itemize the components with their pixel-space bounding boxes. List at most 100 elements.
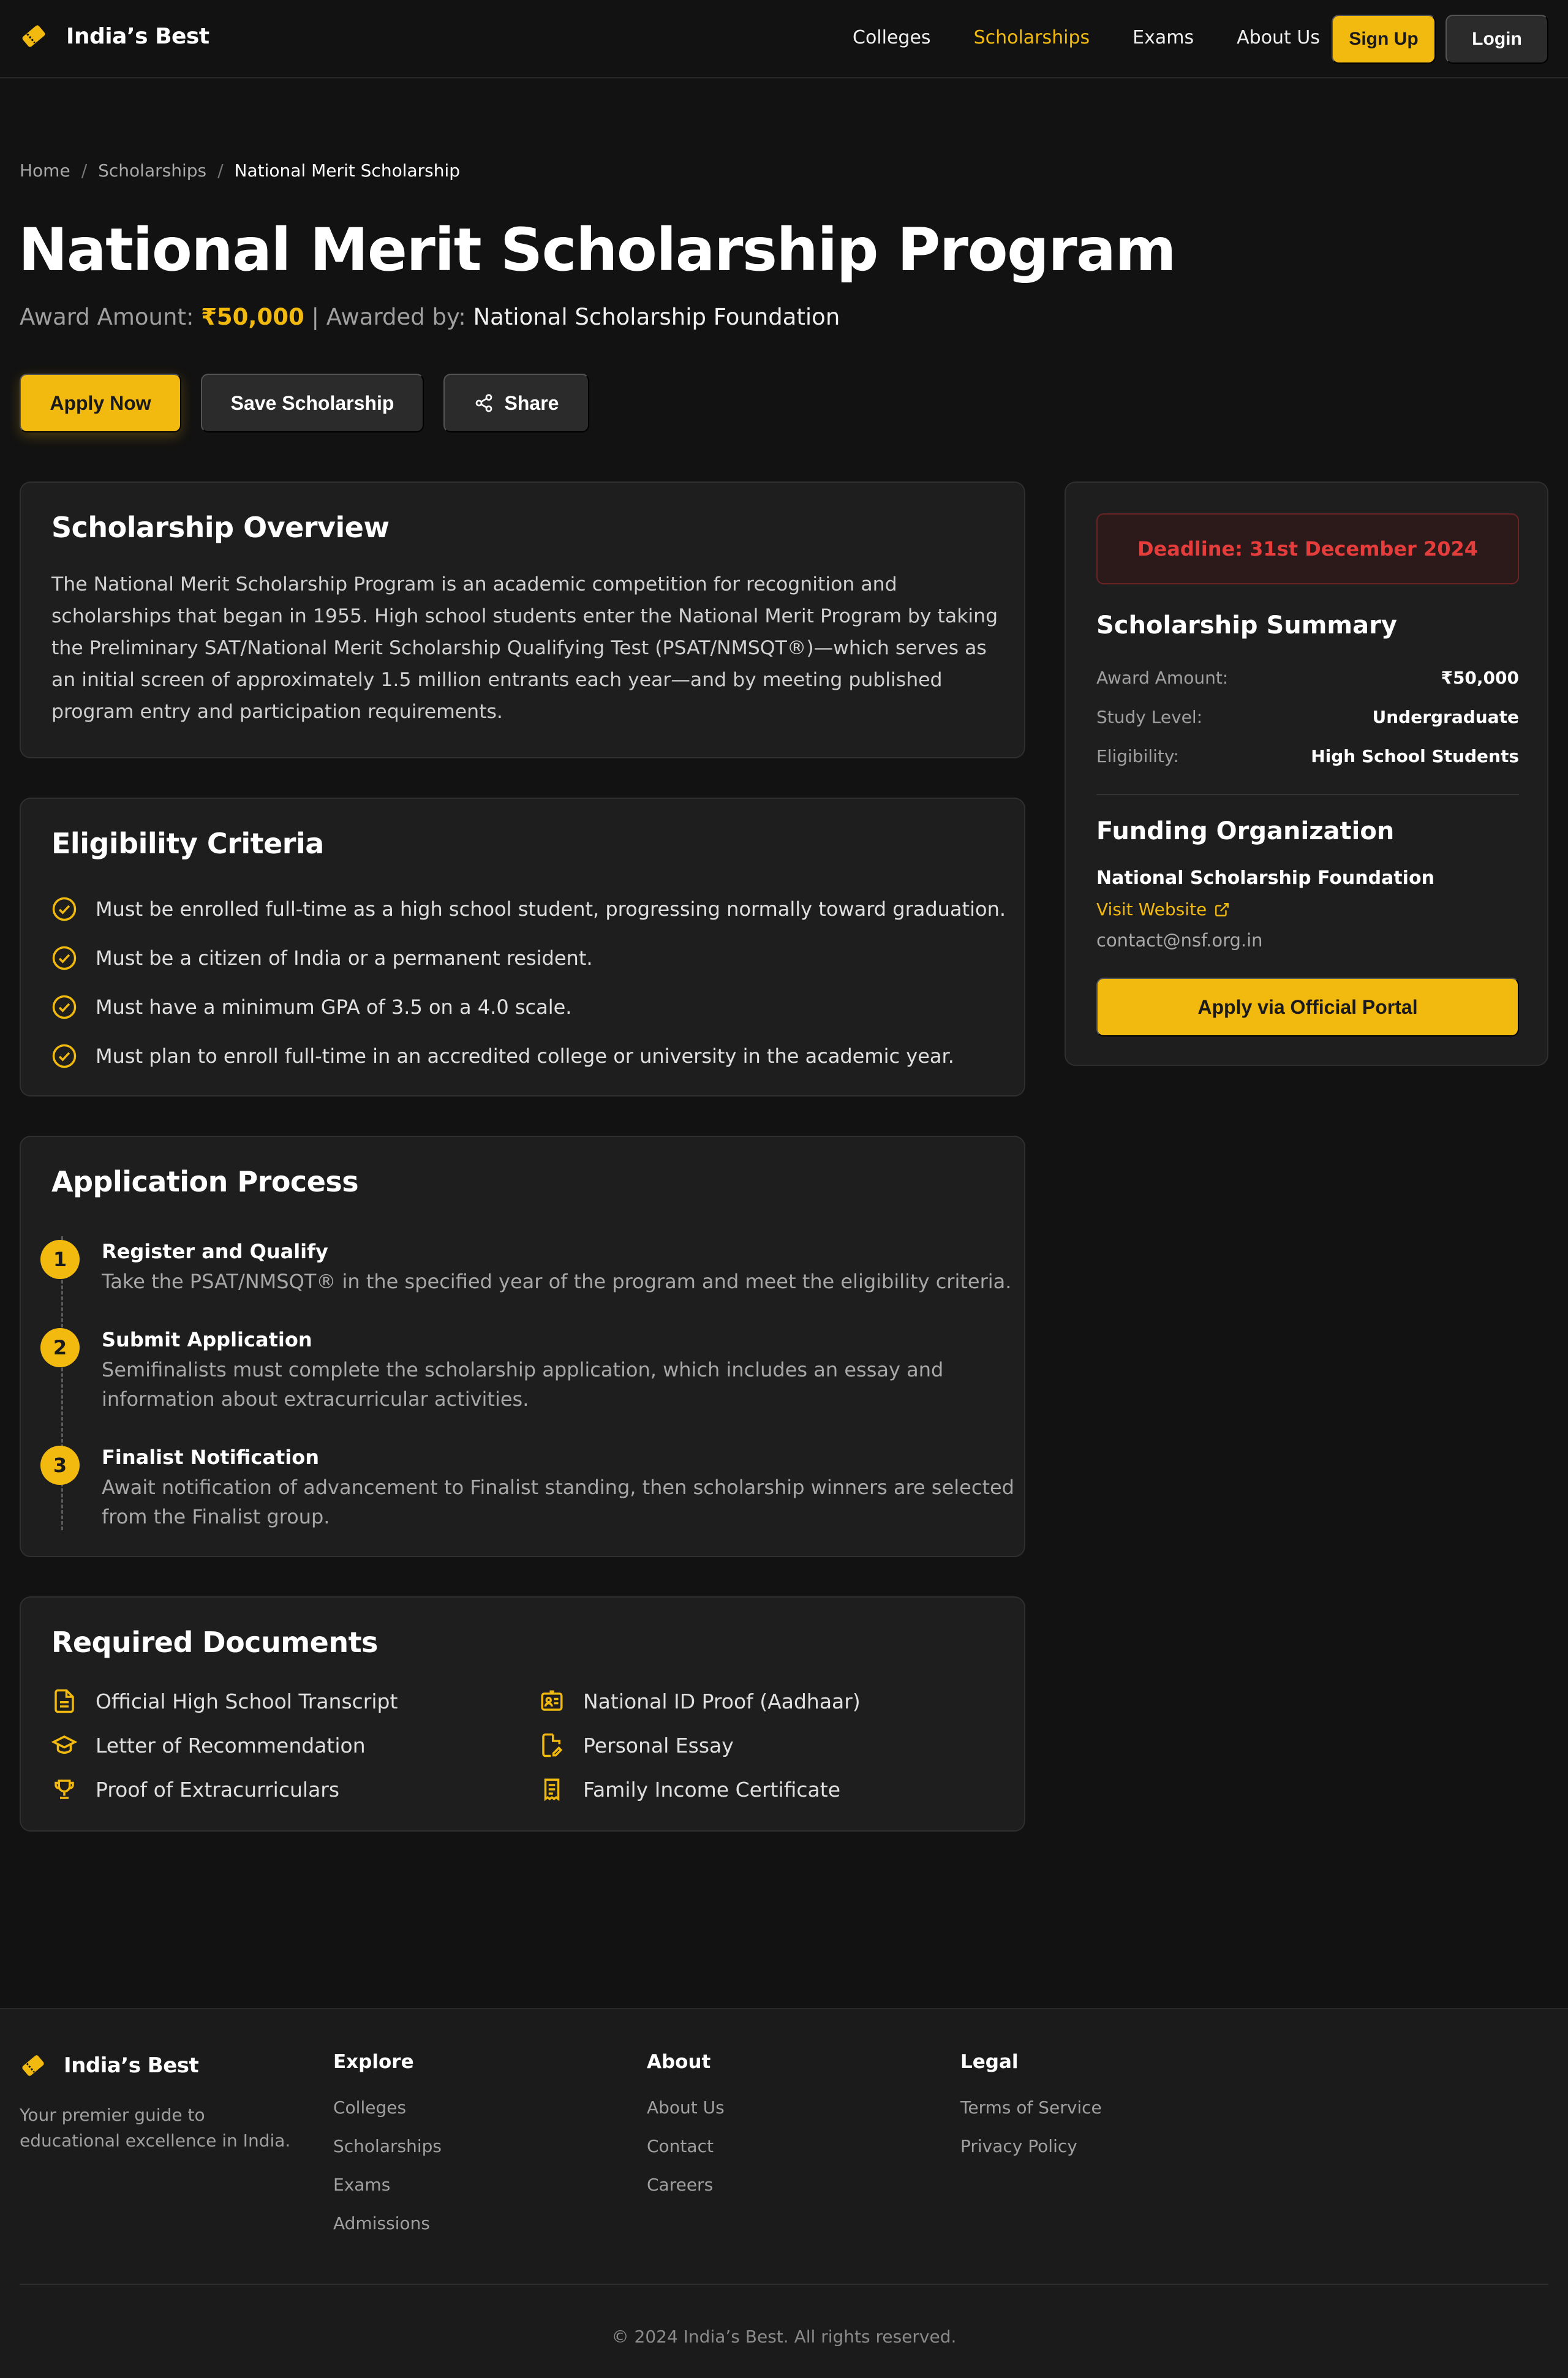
eligibility-card: Eligibility Criteria Must be enrolled fu… xyxy=(20,798,1025,1097)
timeline-line xyxy=(61,1236,63,1530)
overview-card: Scholarship Overview The National Merit … xyxy=(20,481,1025,758)
breadcrumb-scholarships[interactable]: Scholarships xyxy=(98,160,206,181)
nav-colleges[interactable]: Colleges xyxy=(853,27,931,48)
eligibility-title: Eligibility Criteria xyxy=(51,827,324,860)
footer-explore-column: Explore Colleges Scholarships Exams Admi… xyxy=(333,2051,442,2252)
eligibility-item: Must be enrolled full-time as a high sch… xyxy=(51,885,1006,934)
footer-brand-name: India’s Best xyxy=(64,2053,199,2078)
eligibility-text: Must plan to enroll full-time in an accr… xyxy=(96,1044,954,1068)
document-label: Official High School Transcript xyxy=(96,1689,398,1713)
share-button[interactable]: Share xyxy=(443,374,589,432)
graduation-cap-icon xyxy=(51,1735,77,1754)
nav-scholarships[interactable]: Scholarships xyxy=(974,27,1090,48)
overview-text: The National Merit Scholarship Program i… xyxy=(51,573,998,723)
breadcrumb-separator: / xyxy=(81,160,88,181)
award-subline: Award Amount: ₹50,000 | Awarded by: Nati… xyxy=(20,304,840,330)
document-label: Letter of Recommendation xyxy=(96,1733,366,1757)
application-process-card: Application Process 1 Register and Quali… xyxy=(20,1136,1025,1557)
breadcrumb-home[interactable]: Home xyxy=(20,160,70,181)
sidebar-divider xyxy=(1096,794,1519,795)
sign-up-button[interactable]: Sign Up xyxy=(1332,15,1436,64)
page-title: National Merit Scholarship Program xyxy=(18,216,1176,284)
eligibility-item: Must have a minimum GPA of 3.5 on a 4.0 … xyxy=(51,983,1006,1032)
check-circle-icon xyxy=(52,897,77,921)
footer-link-admissions[interactable]: Admissions xyxy=(333,2213,442,2233)
summary-value: ₹50,000 xyxy=(1441,668,1519,688)
step-description: Take the PSAT/NMSQT® in the specified ye… xyxy=(102,1270,1012,1293)
footer-link-careers[interactable]: Careers xyxy=(647,2175,725,2195)
nav-exams[interactable]: Exams xyxy=(1133,27,1194,48)
footer: India’s Best Your premier guide to educa… xyxy=(0,2008,1568,2378)
footer-column-title: About xyxy=(647,2051,711,2073)
footer-divider xyxy=(20,2284,1548,2285)
footer-link-terms[interactable]: Terms of Service xyxy=(960,2097,1102,2118)
summary-key: Eligibility: xyxy=(1096,746,1179,766)
eligibility-text: Must be enrolled full-time as a high sch… xyxy=(96,897,1006,921)
document-item: Personal Essay xyxy=(539,1732,734,1758)
top-navbar: India’s Best Colleges Scholarships Exams… xyxy=(0,0,1568,78)
document-item: Letter of Recommendation xyxy=(51,1732,366,1758)
share-label: Share xyxy=(504,391,559,414)
eligibility-item: Must be a citizen of India or a permanen… xyxy=(51,934,1006,983)
save-scholarship-button[interactable]: Save Scholarship xyxy=(201,374,424,432)
document-label: Proof of Extracurriculars xyxy=(96,1777,340,1802)
summary-row: Eligibility: High School Students xyxy=(1096,746,1519,766)
main-nav: Colleges Scholarships Exams About Us xyxy=(853,27,1363,48)
id-card-icon xyxy=(541,1690,563,1711)
visit-website-link[interactable]: Visit Website xyxy=(1096,899,1230,919)
summary-key: Study Level: xyxy=(1096,707,1203,727)
breadcrumb-separator: / xyxy=(217,160,224,181)
footer-link-contact[interactable]: Contact xyxy=(647,2136,725,2156)
award-amount: ₹50,000 xyxy=(201,304,304,330)
contact-email[interactable]: contact@nsf.org.in xyxy=(1096,930,1263,951)
check-circle-icon xyxy=(52,1044,77,1068)
nav-about-us[interactable]: About Us xyxy=(1237,27,1320,48)
summary-sidebar: Deadline: 31st December 2024 Scholarship… xyxy=(1065,481,1548,1066)
funding-title: Funding Organization xyxy=(1096,817,1395,845)
apply-official-portal-button[interactable]: Apply via Official Portal xyxy=(1096,978,1519,1036)
step-title: Submit Application xyxy=(102,1328,312,1351)
document-item: National ID Proof (Aadhaar) xyxy=(539,1688,861,1714)
footer-link-scholarships[interactable]: Scholarships xyxy=(333,2136,442,2156)
document-icon xyxy=(55,1689,74,1713)
document-item: Official High School Transcript xyxy=(51,1688,398,1714)
eligibility-list: Must be enrolled full-time as a high sch… xyxy=(51,885,1006,1081)
required-documents-card: Required Documents Official High School … xyxy=(20,1596,1025,1832)
footer-column-title: Legal xyxy=(960,2051,1019,2073)
step-number-badge: 1 xyxy=(40,1240,80,1279)
document-item: Family Income Certificate xyxy=(539,1776,840,1802)
overview-title: Scholarship Overview xyxy=(51,511,390,544)
action-buttons: Apply Now Save Scholarship Share xyxy=(20,374,589,432)
documents-title: Required Documents xyxy=(51,1626,378,1659)
awarded-by-label: Awarded by: xyxy=(326,304,466,330)
document-label: Personal Essay xyxy=(583,1733,734,1757)
ticket-logo-icon xyxy=(22,25,45,47)
apply-now-button[interactable]: Apply Now xyxy=(20,374,181,432)
funding-org-name: National Scholarship Foundation xyxy=(1096,867,1434,889)
eligibility-text: Must have a minimum GPA of 3.5 on a 4.0 … xyxy=(96,995,572,1019)
footer-about-column: About About Us Contact Careers xyxy=(647,2051,725,2213)
share-icon xyxy=(475,394,492,412)
document-label: National ID Proof (Aadhaar) xyxy=(583,1689,861,1713)
brand-logo-link[interactable]: India’s Best xyxy=(20,22,209,50)
footer-link-exams[interactable]: Exams xyxy=(333,2175,442,2195)
footer-link-about-us[interactable]: About Us xyxy=(647,2097,725,2118)
footer-link-privacy[interactable]: Privacy Policy xyxy=(960,2136,1102,2156)
footer-brand[interactable]: India’s Best xyxy=(20,2052,199,2079)
check-circle-icon xyxy=(52,995,77,1019)
footer-column-title: Explore xyxy=(333,2051,414,2073)
receipt-icon xyxy=(544,1778,560,1802)
login-button[interactable]: Login xyxy=(1446,15,1548,64)
summary-row: Award Amount: ₹50,000 xyxy=(1096,668,1519,688)
subline-divider: | xyxy=(311,304,319,330)
eligibility-item: Must plan to enroll full-time in an accr… xyxy=(51,1032,1006,1081)
summary-title: Scholarship Summary xyxy=(1096,611,1397,640)
copyright-text: © 2024 India’s Best. All rights reserved… xyxy=(611,2327,957,2347)
footer-link-colleges[interactable]: Colleges xyxy=(333,2097,442,2118)
eligibility-text: Must be a citizen of India or a permanen… xyxy=(96,946,593,970)
awarded-by-org: National Scholarship Foundation xyxy=(473,304,840,330)
external-link-icon xyxy=(1215,902,1229,916)
deadline-banner: Deadline: 31st December 2024 xyxy=(1096,513,1519,584)
document-item: Proof of Extracurriculars xyxy=(51,1776,339,1802)
footer-tagline: Your premier guide to educational excell… xyxy=(20,2105,291,2151)
